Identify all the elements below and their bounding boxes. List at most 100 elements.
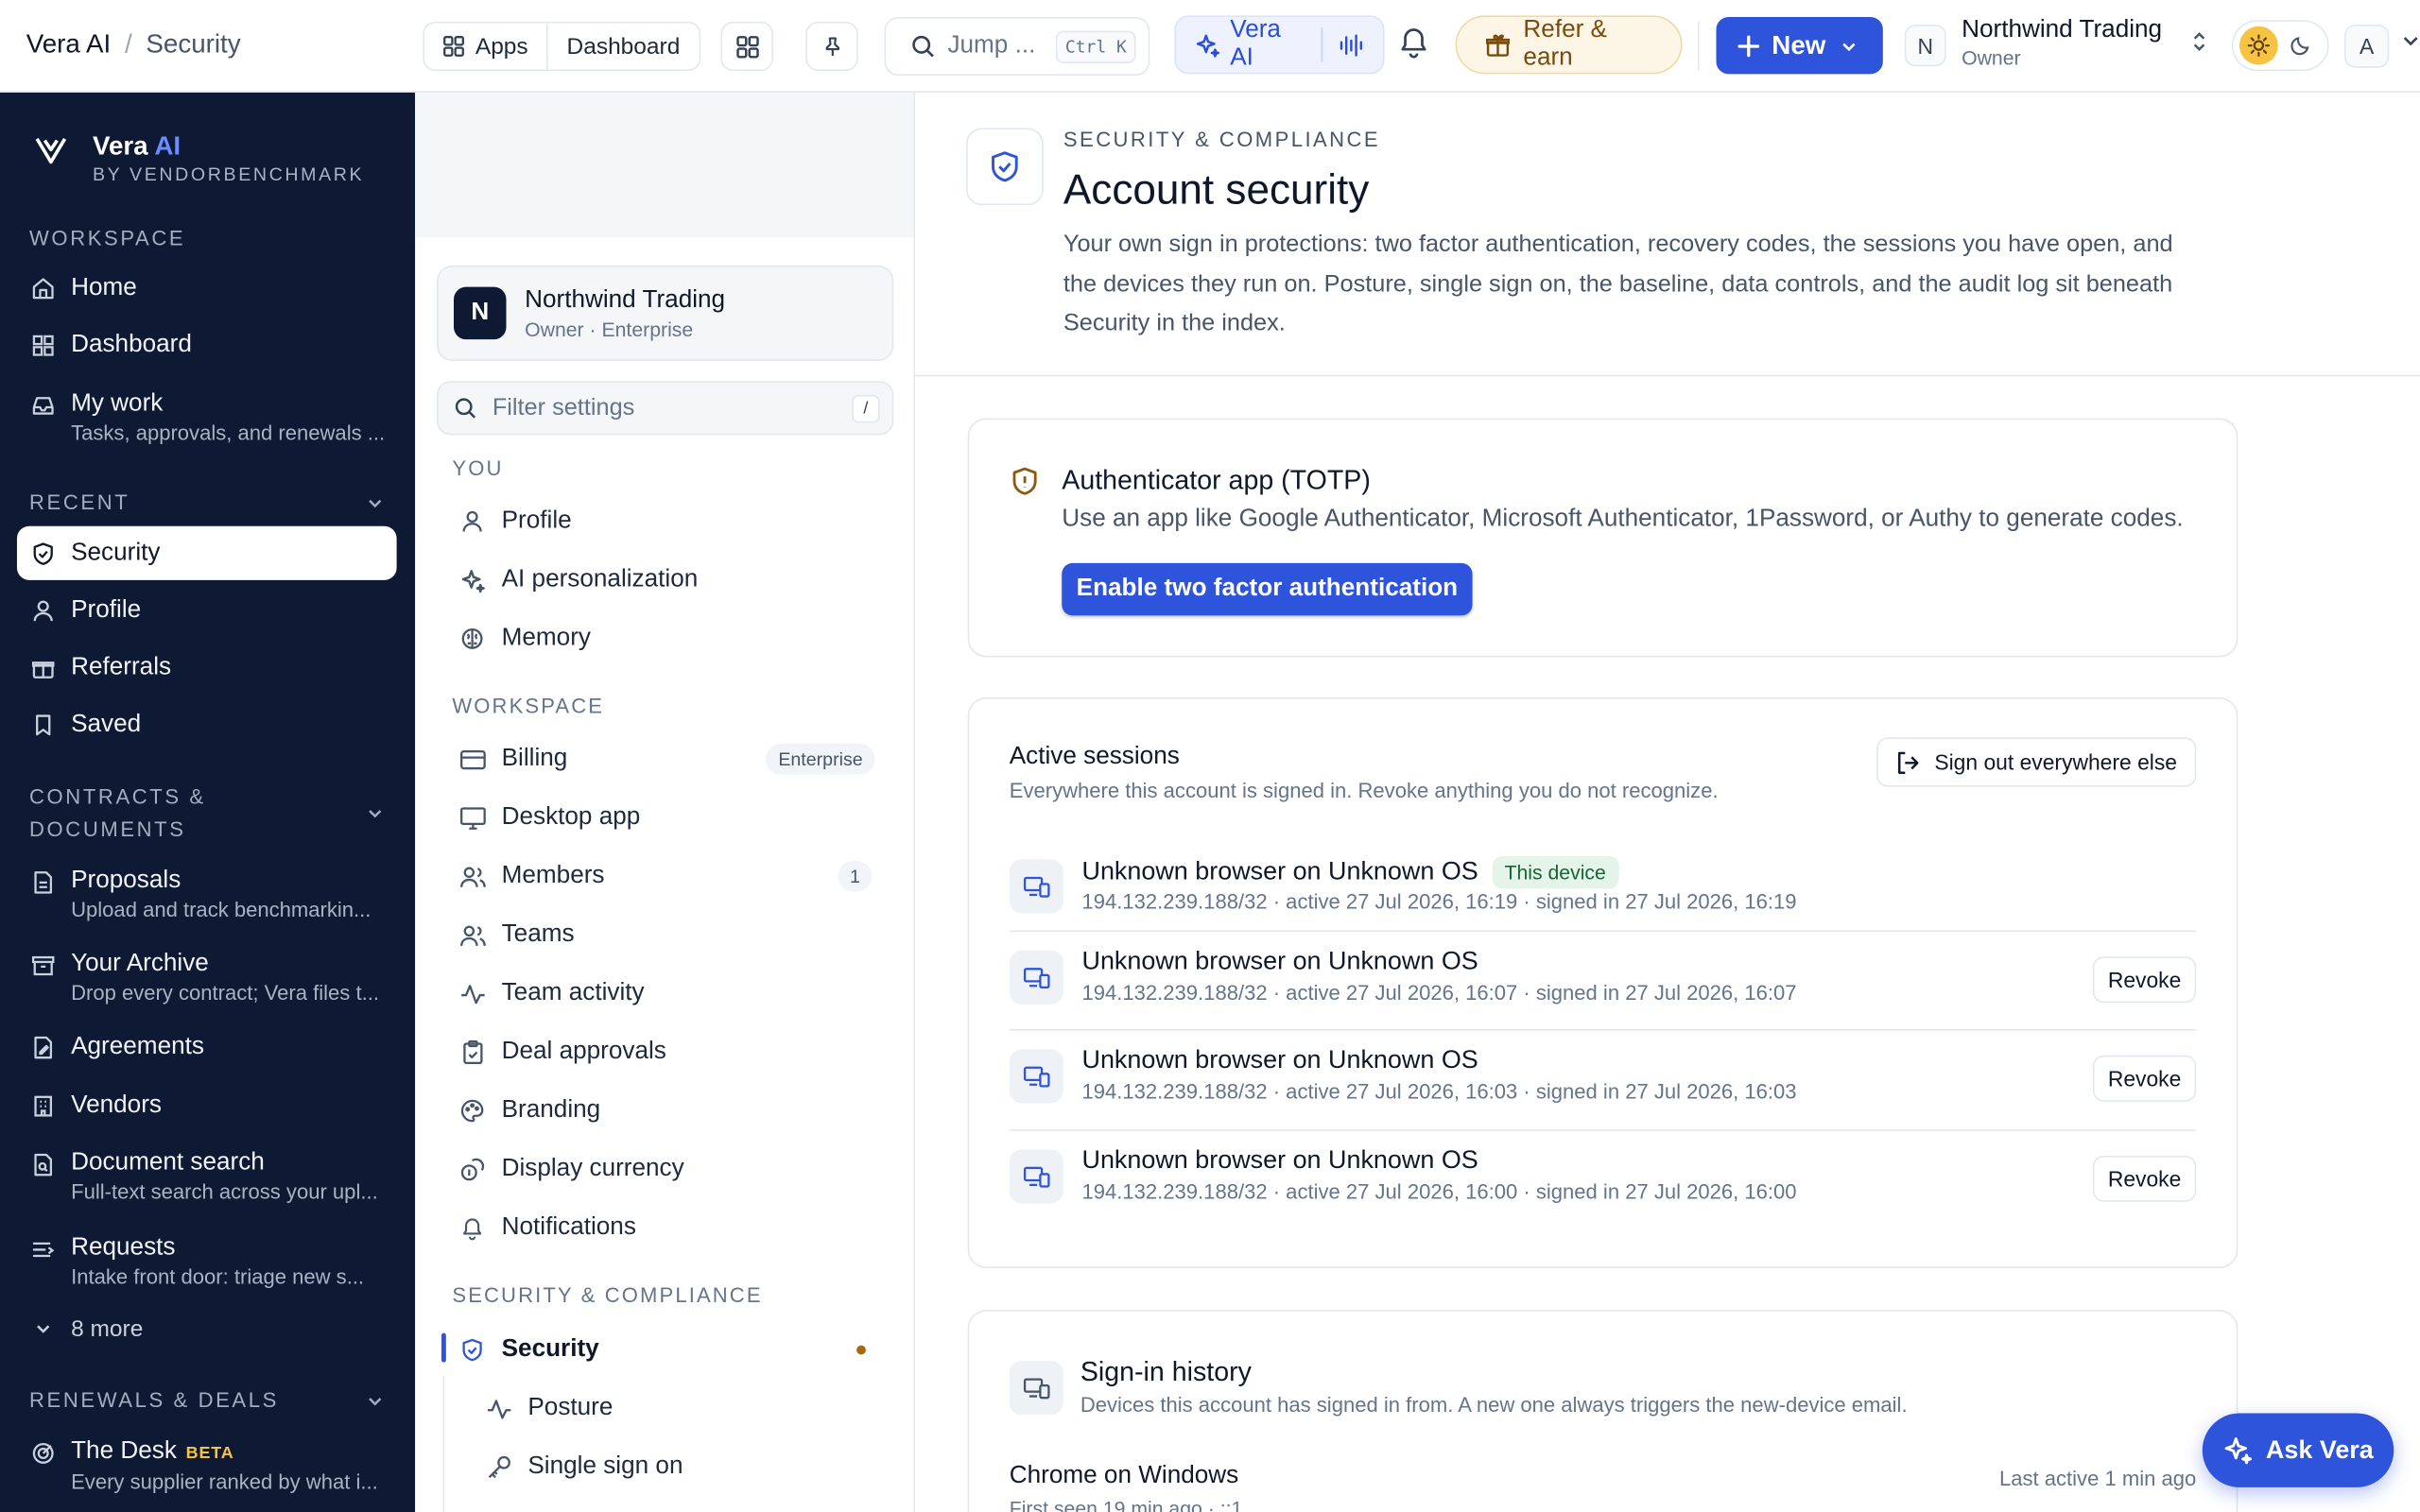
filter-settings-input[interactable]: Filter settings /: [437, 381, 894, 436]
sidebar-item-proposals[interactable]: Proposals Upload and track benchmarkin...: [17, 866, 397, 924]
sidebar-item-the-desk[interactable]: The Desk BETA Every supplier ranked by wha…: [17, 1436, 397, 1497]
settings-item-ai-personalization[interactable]: AI personalization: [458, 561, 875, 598]
sidebar-item-referrals[interactable]: Referrals: [17, 653, 397, 684]
sparkle-icon: [458, 567, 486, 593]
brand-name: Vera: [92, 130, 148, 161]
revoke-button[interactable]: Revoke: [2092, 1055, 2197, 1102]
chevron-down-icon: [31, 1316, 56, 1341]
sidebar-item-security[interactable]: Security: [16, 525, 397, 580]
moon-icon[interactable]: [2289, 34, 2311, 57]
this-device-badge: This device: [1492, 856, 1618, 889]
pin-button[interactable]: [805, 21, 858, 72]
page-title: Account security: [1063, 166, 1370, 214]
ask-vera-button[interactable]: Ask Vera: [2202, 1413, 2394, 1487]
session-row: Unknown browser on Unknown OS 194.132.23…: [1009, 1129, 2197, 1228]
settings-item-display-currency[interactable]: Display currency: [458, 1151, 875, 1188]
user-avatar[interactable]: A: [2343, 25, 2390, 68]
users-icon: [458, 865, 486, 887]
sidebar-item-home[interactable]: Home: [17, 273, 397, 304]
settings-item-branding[interactable]: Branding: [458, 1092, 875, 1129]
new-button[interactable]: New: [1716, 16, 1883, 75]
archive-icon: [31, 954, 56, 978]
voice-waveform-icon[interactable]: [1339, 31, 1365, 58]
sidebar-item-saved[interactable]: Saved: [17, 710, 397, 741]
settings-item-team-activity[interactable]: Team activity: [458, 975, 875, 1012]
settings-item-notifications[interactable]: Notifications: [458, 1210, 875, 1246]
settings-item-members[interactable]: Members 1: [458, 858, 875, 895]
chevron-down-icon: [1840, 36, 1858, 55]
layout-button[interactable]: [720, 21, 773, 72]
sidebar-item-my-work[interactable]: My work Tasks, approvals, and renewals ..…: [17, 388, 397, 447]
search-icon: [454, 397, 476, 420]
revoke-button[interactable]: Revoke: [2092, 956, 2197, 1004]
dashboard-label: Dashboard: [566, 33, 681, 60]
monitor-icon: [458, 806, 486, 830]
grid-icon: [443, 36, 465, 58]
active-sessions-card: Active sessions Everywhere this account …: [967, 696, 2238, 1269]
shield-icon: [458, 1338, 486, 1363]
chevron-down-icon[interactable]: [2401, 31, 2420, 50]
settings-item-teams[interactable]: Teams: [458, 917, 875, 954]
coins-icon: [458, 1157, 486, 1181]
settings-item-posture[interactable]: Posture: [485, 1390, 902, 1427]
settings-heading-workspace: WORKSPACE: [452, 694, 605, 718]
breadcrumb-separator: /: [124, 29, 132, 60]
filter-placeholder: Filter settings: [492, 394, 635, 421]
clipboard-check-icon: [458, 1040, 486, 1065]
settings-item-billing[interactable]: Billing Enterprise: [458, 741, 875, 778]
plus-icon: [1737, 34, 1760, 57]
settings-item-security[interactable]: Security: [458, 1332, 875, 1368]
sidebar-item-agreements[interactable]: Agreements: [17, 1032, 397, 1063]
session-row: Unknown browser on Unknown OS 194.132.23…: [1009, 930, 2197, 1028]
notifications-bell-icon[interactable]: [1397, 25, 1431, 59]
sidebar-item-your-archive[interactable]: Your Archive Drop every contract; Vera fi…: [17, 949, 397, 1007]
totp-description: Use an app like Google Authenticator, Mi…: [1062, 506, 2184, 533]
page-description: Your own sign in protections: two factor…: [1063, 231, 2173, 336]
file-icon: [31, 870, 56, 895]
vera-ai-button[interactable]: Vera AI: [1174, 15, 1385, 75]
org-card[interactable]: N Northwind Trading Owner · Enterprise: [437, 265, 894, 362]
org-plan: Owner · Enterprise: [525, 317, 694, 340]
enable-2fa-button[interactable]: Enable two factor authentication: [1062, 562, 1473, 616]
sidebar-item-profile[interactable]: Profile: [17, 595, 397, 627]
org-switcher[interactable]: Northwind Trading Owner: [1962, 17, 2162, 70]
settings-item-deal-approvals[interactable]: Deal approvals: [458, 1034, 875, 1071]
org-name: Northwind Trading: [525, 285, 726, 313]
dashboard-button[interactable]: Dashboard: [546, 23, 699, 70]
refer-earn-label: Refer & earn: [1523, 16, 1607, 72]
sign-out-everywhere-button[interactable]: Sign out everywhere else: [1876, 737, 2197, 787]
sun-icon[interactable]: [2238, 26, 2278, 65]
sidebar-heading-recent[interactable]: RECENT: [29, 486, 385, 518]
history-device-name: Chrome on Windows: [1009, 1462, 1239, 1489]
org-avatar[interactable]: N: [1904, 25, 1946, 67]
settings-item-memory[interactable]: Memory: [458, 620, 875, 657]
settings-nav: N Northwind Trading Owner · Enterprise F…: [415, 92, 916, 1512]
bookmark-icon: [31, 713, 56, 737]
sidebar-more-button[interactable]: 8 more: [17, 1313, 397, 1344]
sidebar-item-vendors[interactable]: Vendors: [17, 1091, 397, 1122]
settings-item-single-sign-on[interactable]: Single sign on: [485, 1449, 902, 1486]
jump-search[interactable]: Jump ... Ctrl K: [884, 16, 1150, 76]
session-meta: 194.132.239.188/32 · active 27 Jul 2026,…: [1081, 890, 1797, 914]
sparkle-icon: [2222, 1435, 2254, 1466]
target-icon: [31, 1441, 56, 1466]
theme-toggle[interactable]: [2231, 20, 2329, 72]
settings-item-profile[interactable]: Profile: [458, 503, 875, 540]
brand[interactable]: Vera AI BY VENDORBENCHMARK: [34, 132, 364, 185]
sidebar-heading-renewals[interactable]: RENEWALS & DEALS: [29, 1383, 385, 1416]
card-icon: [458, 747, 486, 770]
sidebar-item-dashboard[interactable]: Dashboard: [17, 330, 397, 361]
revoke-button[interactable]: Revoke: [2092, 1155, 2197, 1202]
apps-button[interactable]: Apps: [424, 23, 546, 69]
sidebar-item-requests[interactable]: Requests Intake front door: triage new s.…: [17, 1232, 397, 1291]
breadcrumb-app[interactable]: Vera AI: [26, 29, 112, 60]
chevrons-up-down-icon[interactable]: [2188, 29, 2210, 54]
sidebar-item-document-search[interactable]: Document search Full-text search across y…: [17, 1148, 397, 1207]
activity-icon: [458, 982, 486, 1005]
chevron-down-icon: [366, 1391, 385, 1410]
settings-item-desktop-app[interactable]: Desktop app: [458, 799, 875, 836]
refer-earn-button[interactable]: Refer & earn: [1455, 15, 1683, 75]
bell-icon: [458, 1216, 486, 1241]
sidebar-heading-contracts[interactable]: CONTRACTS & DOCUMENTS: [29, 781, 385, 846]
pin-icon: [821, 35, 843, 58]
